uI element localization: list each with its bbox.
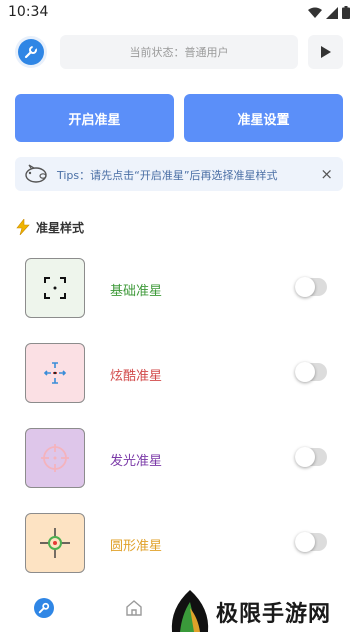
watermark-text: 极限手游网 [216, 602, 332, 627]
style-toggle[interactable] [295, 532, 327, 552]
close-icon[interactable]: × [320, 165, 333, 183]
style-label: 圆形准星 [110, 539, 163, 554]
wrench-icon [18, 39, 44, 65]
cool-crosshair-icon [43, 362, 67, 384]
style-toggle[interactable] [295, 362, 327, 382]
tips-banner: Tips：请先点击“开启准星”后再选择准星样式 × [15, 157, 343, 191]
toggle-knob [295, 447, 315, 467]
watermark: 极限手游网 [168, 588, 354, 634]
style-row-glow: 发光准星 [0, 428, 358, 490]
status-time: 10:34 [8, 4, 49, 20]
wifi-icon [308, 7, 322, 18]
top-row: 当前状态：普通用户 [15, 34, 343, 72]
section-title-text: 准星样式 [36, 220, 85, 235]
style-label: 炫酷准星 [110, 369, 163, 384]
open-crosshair-button[interactable]: 开启准星 [15, 94, 174, 142]
style-thumb[interactable] [25, 343, 85, 403]
status-icons [308, 6, 350, 19]
basic-crosshair-icon [44, 277, 66, 299]
wrench-icon [38, 602, 50, 614]
style-row-basic: 基础准星 [0, 258, 358, 320]
status-bar: 10:34 [0, 0, 358, 26]
style-label: 发光准星 [110, 454, 163, 469]
style-toggle[interactable] [295, 277, 327, 297]
style-label: 基础准星 [110, 284, 163, 299]
toggle-knob [295, 277, 315, 297]
home-icon[interactable] [124, 598, 144, 618]
section-title: 准星样式 [16, 217, 84, 237]
style-toggle[interactable] [295, 447, 327, 467]
style-row-cool: 炫酷准星 [0, 343, 358, 405]
toggle-knob [295, 362, 315, 382]
current-state-field: 当前状态：普通用户 [60, 35, 298, 69]
toggle-knob [295, 532, 315, 552]
play-button[interactable] [308, 35, 343, 69]
style-thumb[interactable] [25, 428, 85, 488]
watermark-logo-icon [171, 590, 209, 632]
crosshair-settings-button[interactable]: 准星设置 [184, 94, 343, 142]
signal-icon [326, 6, 338, 19]
nav-tool-tab[interactable] [34, 598, 54, 618]
round-crosshair-icon [40, 528, 70, 558]
tool-button[interactable] [15, 36, 47, 68]
style-thumb[interactable] [25, 513, 85, 573]
battery-icon [342, 6, 350, 19]
tips-text: Tips：请先点击“开启准星”后再选择准星样式 [57, 169, 278, 182]
pig-icon [25, 164, 47, 183]
play-icon [320, 46, 331, 58]
style-thumb[interactable] [25, 258, 85, 318]
glow-crosshair-icon [41, 444, 69, 472]
lightning-icon [16, 219, 30, 235]
style-row-round: 圆形准星 [0, 513, 358, 575]
